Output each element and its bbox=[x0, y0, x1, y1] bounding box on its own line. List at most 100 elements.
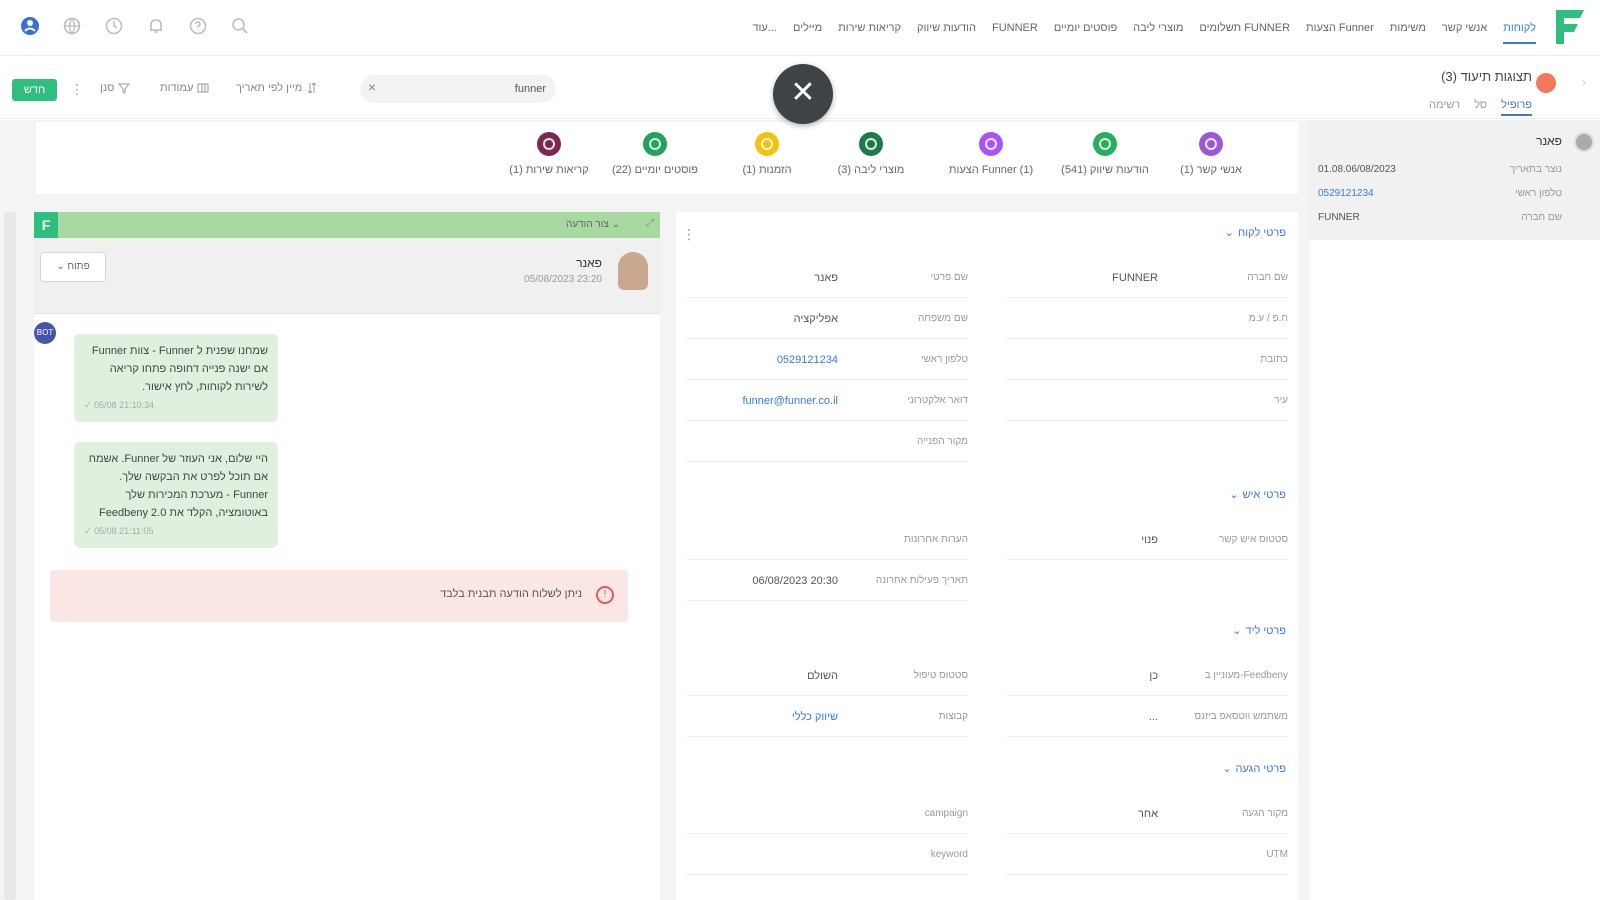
new-button[interactable]: חדש bbox=[12, 79, 57, 101]
nav-item[interactable]: הצעות Funner bbox=[1306, 0, 1374, 56]
close-overlay-button[interactable]: ✕ bbox=[773, 64, 833, 124]
related-records-bar: אנשי קשר (1) הודעות שיווק (541) הצעות Funn… bbox=[36, 122, 1298, 194]
detail-field[interactable]: שם משפחה אפליקציה bbox=[686, 299, 968, 339]
field-label: UTM bbox=[1266, 849, 1288, 860]
message-time: ✓ 05/08 21:11:05 bbox=[84, 522, 268, 540]
info-row-company: שם חברה FUNNER bbox=[1318, 212, 1562, 223]
collapse-arrow-icon[interactable]: › bbox=[1582, 75, 1586, 89]
clear-search-icon[interactable]: × bbox=[368, 79, 376, 95]
field-link[interactable]: 0529121234 bbox=[777, 354, 838, 366]
detail-field[interactable]: דואר אלקטרוני funner@funner.co.il bbox=[686, 381, 968, 421]
field-link[interactable]: שיווק כללי bbox=[792, 711, 838, 723]
detail-field[interactable]: keyword bbox=[686, 835, 968, 875]
chat-scrollbar[interactable] bbox=[4, 212, 16, 900]
section-title: פרטי הגעה bbox=[1235, 762, 1286, 775]
field-value: השולם bbox=[807, 670, 838, 682]
detail-field[interactable]: עיר bbox=[1006, 381, 1288, 421]
nav-item[interactable]: מיילים bbox=[793, 0, 822, 56]
related-record-item[interactable]: קריאות שירות (1) bbox=[474, 132, 624, 176]
detail-field[interactable]: הערות אחרונות bbox=[686, 520, 968, 560]
nav-item[interactable]: תשלומים FUNNER bbox=[1199, 0, 1290, 56]
nav-icon-group bbox=[18, 14, 252, 38]
detail-field[interactable]: סטטוס טיפול השולם bbox=[686, 656, 968, 696]
section-header[interactable]: ⌄ פרטי לקוח bbox=[1225, 226, 1286, 240]
more-options-icon[interactable]: ⋮ bbox=[70, 81, 84, 98]
bot-avatar: BOT bbox=[34, 322, 56, 344]
section-title: פרטי ליד bbox=[1245, 624, 1286, 637]
field-label: כתובת bbox=[1260, 354, 1288, 365]
expand-icon[interactable]: ⤢ bbox=[646, 218, 654, 229]
chevron-down-icon: ⌄ bbox=[1232, 625, 1242, 637]
detail-field[interactable]: ח.פ / ע.מ bbox=[1006, 299, 1288, 339]
detail-field[interactable]: תאריך פעילות אחרונה 06/08/2023 20:30 bbox=[686, 561, 968, 601]
funner-logo[interactable] bbox=[1552, 6, 1588, 46]
field-link[interactable]: funner@funner.co.il bbox=[742, 395, 838, 407]
filter-button[interactable]: סנן bbox=[100, 82, 131, 94]
help-icon[interactable] bbox=[186, 14, 210, 38]
field-label: קבוצות bbox=[938, 711, 968, 722]
view-badge-icon bbox=[1536, 73, 1556, 93]
detail-field[interactable]: קבוצות שיווק כללי bbox=[686, 697, 968, 737]
nav-item[interactable]: מוצרי ליבה bbox=[1133, 0, 1183, 56]
message-timestamp: 05/08 21:11:05 bbox=[94, 526, 154, 536]
nav-item[interactable]: FUNNER bbox=[992, 0, 1038, 56]
field-label: campaign bbox=[924, 808, 968, 819]
related-record-label: הודעות שיווק (541) bbox=[1061, 164, 1149, 176]
nav-item[interactable]: קריאות שירות bbox=[838, 0, 901, 56]
field-label: שם חברה bbox=[1247, 272, 1288, 283]
section-header[interactable]: ⌄ פרטי ליד bbox=[1232, 624, 1286, 638]
detail-field[interactable]: סטטוס איש קשר פנוי bbox=[1006, 520, 1288, 560]
detail-field[interactable]: שם חברה FUNNER bbox=[1006, 258, 1288, 298]
filter-icon bbox=[118, 83, 131, 94]
user-icon[interactable] bbox=[18, 14, 42, 38]
nav-item[interactable]: לקוחות bbox=[1503, 0, 1536, 56]
field-label: עיר bbox=[1274, 395, 1288, 406]
detail-field[interactable]: שם פרטי פאנר bbox=[686, 258, 968, 298]
detail-field[interactable]: campaign bbox=[686, 794, 968, 834]
nav-item[interactable]: הודעות שיווק bbox=[917, 0, 976, 56]
columns-icon bbox=[197, 83, 209, 93]
record-type-icon bbox=[643, 132, 667, 156]
more-options-icon[interactable]: ⋮ bbox=[682, 226, 696, 243]
view-subtab[interactable]: רשימה bbox=[1429, 99, 1460, 116]
detail-field[interactable]: טלפון ראשי 0529121234 bbox=[686, 340, 968, 380]
field-label: הערות אחרונות bbox=[904, 534, 968, 545]
detail-field[interactable]: מעוניין ב-Feedbeny כן bbox=[1006, 656, 1288, 696]
chevron-down-icon: ⌄ bbox=[56, 261, 65, 272]
detail-field[interactable]: UTM bbox=[1006, 835, 1288, 875]
sort-icon bbox=[307, 82, 317, 94]
top-nav: לקוחות אנשי קשר משימות הצעות Funner תשלומים … bbox=[0, 0, 1600, 56]
section-title: פרטי לקוח bbox=[1238, 226, 1286, 239]
field-value: 06/08/2023 20:30 bbox=[752, 575, 838, 587]
view-subtab[interactable]: פרופיל bbox=[1501, 99, 1532, 116]
field-label: דואר אלקטרוני bbox=[907, 395, 968, 406]
record-avatar bbox=[1574, 132, 1594, 152]
section-header[interactable]: ⌄ פרטי איש bbox=[1229, 488, 1286, 502]
sort-button[interactable]: מיין לפי תאריך bbox=[236, 82, 318, 94]
info-phone-link[interactable]: 0529121234 bbox=[1318, 188, 1374, 199]
search-input[interactable] bbox=[396, 80, 546, 98]
detail-field[interactable]: מקור הפנייה bbox=[686, 422, 968, 462]
nav-item[interactable]: פוסטים יומיים bbox=[1054, 0, 1117, 56]
detail-field[interactable]: משתמש ווטסאפ ביזנס... bbox=[1006, 697, 1288, 737]
main-nav: לקוחות אנשי קשר משימות הצעות Funner תשלומים … bbox=[752, 0, 1536, 56]
detail-field[interactable]: כתובת bbox=[1006, 340, 1288, 380]
chat-template-select[interactable]: צור הודעה ⌄ bbox=[566, 219, 620, 230]
field-label: מקור הפנייה bbox=[916, 436, 968, 447]
bell-icon[interactable] bbox=[144, 14, 168, 38]
detail-field[interactable]: מקור הגעה אחר bbox=[1006, 794, 1288, 834]
view-subtab[interactable]: סל bbox=[1474, 99, 1487, 116]
chevron-down-icon: ⌄ bbox=[1229, 489, 1239, 501]
columns-button[interactable]: עמודות bbox=[160, 82, 209, 94]
clock-icon[interactable] bbox=[102, 14, 126, 38]
funner-badge-icon: F bbox=[34, 212, 58, 238]
section-header[interactable]: ⌄ פרטי הגעה bbox=[1222, 762, 1286, 776]
chat-status-dropdown[interactable]: ⌄ פתוח bbox=[40, 252, 106, 282]
nav-item[interactable]: אנשי קשר bbox=[1442, 0, 1487, 56]
search-icon[interactable] bbox=[228, 14, 252, 38]
chat-panel: F צור הודעה ⌄ ⤢ פאנר 05/08/2023 23:20 ⌄ … bbox=[34, 212, 660, 900]
info-label: שם חברה bbox=[1521, 212, 1562, 223]
nav-item[interactable]: עוד... bbox=[752, 0, 777, 56]
nav-item[interactable]: משימות bbox=[1390, 0, 1426, 56]
globe-icon[interactable] bbox=[60, 14, 84, 38]
